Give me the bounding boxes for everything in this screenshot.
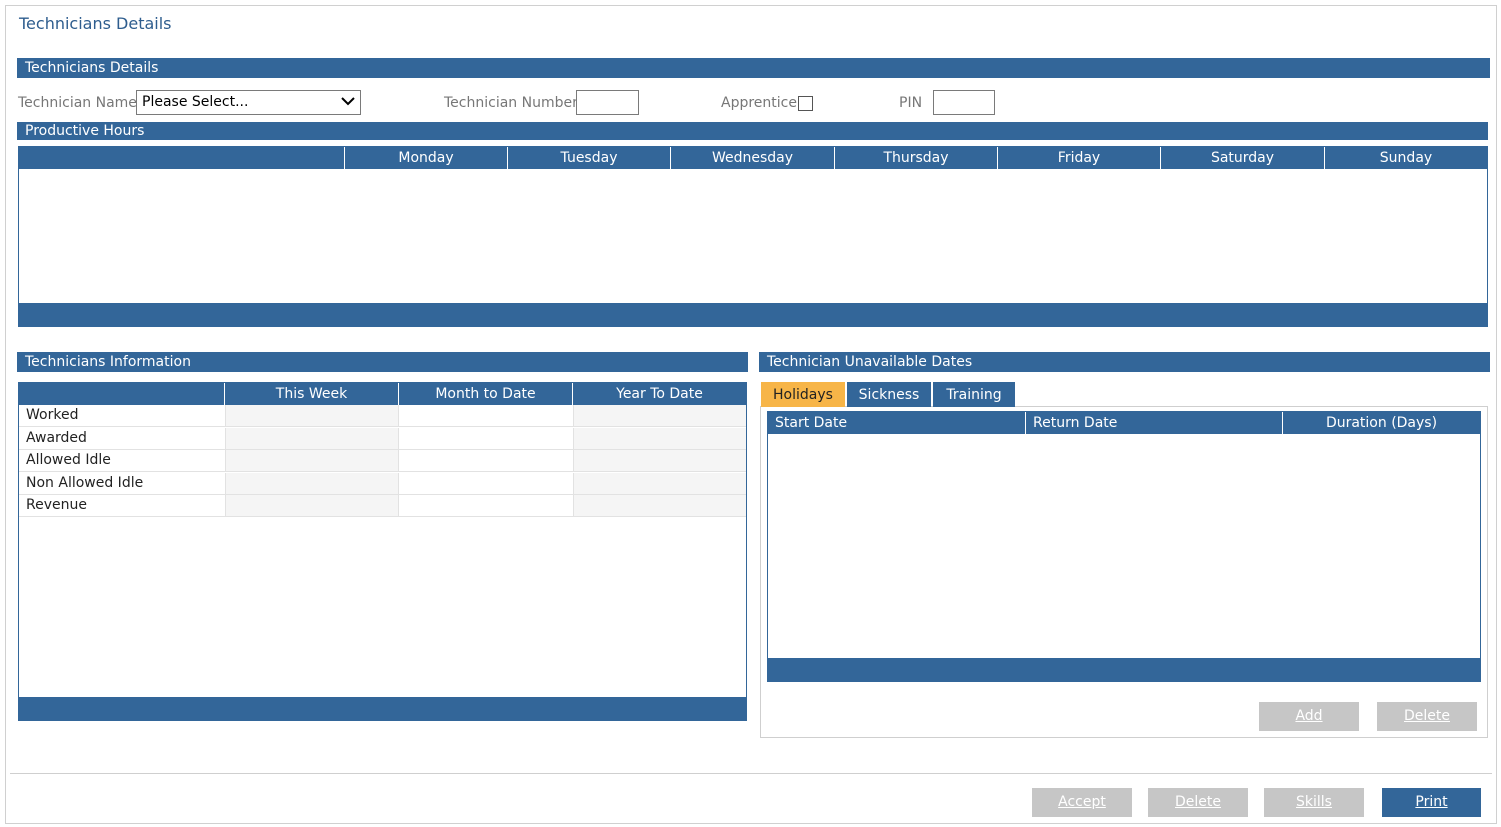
day-header-wednesday: Wednesday: [670, 147, 834, 169]
technician-number-input[interactable]: [576, 90, 639, 115]
technician-name-select[interactable]: Please Select...: [136, 90, 361, 115]
pin-input[interactable]: [933, 90, 995, 115]
delete-button[interactable]: Delete: [1148, 788, 1248, 817]
info-grid-footer: [19, 697, 746, 720]
day-header-thursday: Thursday: [834, 147, 997, 169]
skills-button[interactable]: Skills: [1264, 788, 1364, 817]
technician-number-label: Technician Number: [444, 95, 578, 111]
row-label-worked: Worked: [26, 407, 79, 423]
row-label-allowed-idle: Allowed Idle: [26, 452, 111, 468]
productive-hours-blank-header: [19, 147, 344, 169]
technician-name-label: Technician Name: [18, 95, 137, 111]
delete-date-button[interactable]: Delete: [1377, 702, 1477, 731]
row-label-revenue: Revenue: [26, 497, 87, 513]
unavailable-grid-header: Start Date Return Date Duration (Days): [768, 412, 1480, 434]
productive-hours-grid-footer: [19, 303, 1487, 326]
unavailable-dates-grid: Start Date Return Date Duration (Days): [767, 411, 1481, 682]
info-header-year-to-date: Year To Date: [572, 383, 746, 405]
table-row: Allowed Idle: [19, 450, 746, 472]
accept-button[interactable]: Accept: [1032, 788, 1132, 817]
day-header-saturday: Saturday: [1160, 147, 1324, 169]
year-to-date-cell: [573, 495, 746, 516]
tab-sickness[interactable]: Sickness: [847, 382, 931, 407]
tab-holidays[interactable]: Holidays: [761, 382, 845, 407]
info-grid-header: This Week Month to Date Year To Date: [19, 383, 746, 405]
year-to-date-cell: [573, 473, 746, 494]
tab-training[interactable]: Training: [933, 382, 1015, 407]
technician-name-value: Please Select...: [142, 94, 249, 110]
productive-hours-grid-header: Monday Tuesday Wednesday Thursday Friday…: [19, 147, 1487, 169]
day-header-friday: Friday: [997, 147, 1160, 169]
header-duration-days: Duration (Days): [1282, 412, 1480, 434]
chevron-down-icon: [341, 97, 355, 106]
this-week-cell: [225, 450, 398, 471]
this-week-cell: [225, 428, 398, 449]
apprentice-checkbox[interactable]: [798, 96, 813, 111]
add-date-button[interactable]: Add: [1259, 702, 1359, 731]
table-row: Non Allowed Idle: [19, 473, 746, 495]
footer-divider: [10, 773, 1492, 774]
this-week-cell: [225, 495, 398, 516]
month-to-date-cell: [398, 473, 573, 494]
info-blank-header: [19, 383, 224, 405]
unavailable-section-header: Technician Unavailable Dates: [759, 352, 1490, 372]
pin-label: PIN: [899, 95, 923, 111]
day-header-monday: Monday: [344, 147, 507, 169]
month-to-date-cell: [398, 428, 573, 449]
info-header-month-to-date: Month to Date: [398, 383, 572, 405]
day-header-tuesday: Tuesday: [507, 147, 670, 169]
row-label-non-allowed-idle: Non Allowed Idle: [26, 475, 144, 491]
header-start-date: Start Date: [775, 415, 848, 431]
productive-hours-grid: Monday Tuesday Wednesday Thursday Friday…: [18, 146, 1488, 327]
page-title: Technicians Details: [19, 14, 172, 33]
this-week-cell: [225, 473, 398, 494]
info-header-this-week: This Week: [224, 383, 398, 405]
unavailable-grid-footer: [768, 658, 1480, 681]
apprentice-label: Apprentice: [721, 95, 797, 111]
row-label-awarded: Awarded: [26, 430, 87, 446]
productive-hours-header: Productive Hours: [17, 122, 1488, 140]
month-to-date-cell: [398, 450, 573, 471]
table-row: Worked: [19, 405, 746, 427]
year-to-date-cell: [573, 405, 746, 426]
table-row: Revenue: [19, 495, 746, 517]
header-return-date: Return Date: [1025, 412, 1282, 434]
day-header-sunday: Sunday: [1324, 147, 1487, 169]
info-section-header: Technicians Information: [17, 352, 748, 372]
details-section-header: Technicians Details: [17, 58, 1490, 78]
this-week-cell: [225, 405, 398, 426]
year-to-date-cell: [573, 450, 746, 471]
month-to-date-cell: [398, 495, 573, 516]
info-grid: This Week Month to Date Year To Date Wor…: [18, 382, 747, 721]
table-row: Awarded: [19, 428, 746, 450]
print-button[interactable]: Print: [1382, 788, 1481, 817]
month-to-date-cell: [398, 405, 573, 426]
year-to-date-cell: [573, 428, 746, 449]
